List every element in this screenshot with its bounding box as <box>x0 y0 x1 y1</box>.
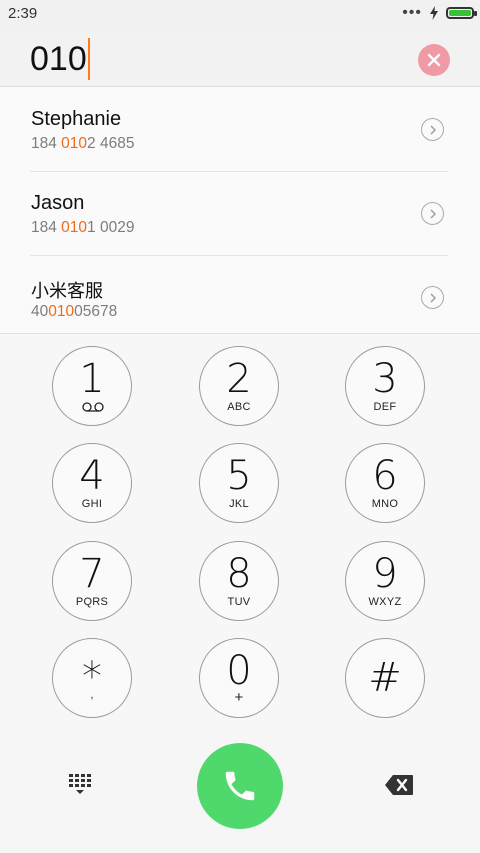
key-letters: ABC <box>227 401 251 413</box>
dial-number-input[interactable]: 010 <box>30 38 90 80</box>
battery-icon <box>446 7 477 19</box>
key-7[interactable]: 7 PQRS <box>52 541 132 621</box>
key-hash[interactable]: # <box>345 638 425 718</box>
key-letters: MNO <box>371 498 399 510</box>
key-4[interactable]: 4 GHI <box>52 443 132 523</box>
key-letters: TUV <box>227 596 251 608</box>
key-digit: 3 <box>372 356 398 402</box>
key-digit: 5 <box>226 453 252 499</box>
clear-input-button[interactable] <box>418 44 450 76</box>
dial-input-bar: 010 <box>0 28 480 87</box>
contact-name: Stephanie <box>31 108 122 130</box>
contact-details-button[interactable] <box>421 286 444 309</box>
dial-number-text: 010 <box>30 39 87 78</box>
key-letters: + <box>234 689 244 706</box>
chevron-right-icon <box>430 293 436 302</box>
contact-details-button[interactable] <box>421 118 444 141</box>
contact-name: 小米客服 <box>31 281 103 302</box>
key-digit: 8 <box>226 551 252 597</box>
contact-row[interactable]: 小米客服 4001005678 <box>0 255 480 339</box>
close-icon <box>427 53 441 67</box>
contact-number: 184 0101 0029 <box>31 219 135 236</box>
number-match-highlight: 010 <box>61 135 88 152</box>
key-letters: GHI <box>81 498 103 510</box>
call-button[interactable] <box>197 743 283 829</box>
contact-number: 184 0102 4685 <box>31 135 135 152</box>
key-6[interactable]: 6 MNO <box>345 443 425 523</box>
number-match-highlight: 010 <box>48 303 75 320</box>
key-digit: 6 <box>372 453 398 499</box>
number-match-highlight: 010 <box>61 219 88 236</box>
key-letters: JKL <box>229 498 249 510</box>
key-5[interactable]: 5 JKL <box>199 443 279 523</box>
voicemail-icon <box>82 402 104 412</box>
chevron-right-icon <box>430 125 436 134</box>
key-digit: 7 <box>79 551 105 597</box>
key-letters: WXYZ <box>368 596 402 608</box>
key-2[interactable]: 2 ABC <box>199 346 279 426</box>
contact-details-button[interactable] <box>421 202 444 225</box>
status-time: 2:39 <box>8 5 38 22</box>
key-digit: 9 <box>372 551 398 597</box>
contact-number: 4001005678 <box>31 303 118 320</box>
status-icons: ••• <box>402 4 477 21</box>
charging-icon <box>430 6 438 20</box>
key-digit: 1 <box>79 356 105 402</box>
key-letters: , <box>90 689 94 701</box>
bottom-action-bar <box>0 730 480 853</box>
key-1[interactable]: 1 <box>52 346 132 426</box>
text-caret <box>87 38 90 80</box>
key-8[interactable]: 8 TUV <box>199 541 279 621</box>
more-indicator: ••• <box>402 4 422 21</box>
key-digit: 2 <box>226 356 252 402</box>
key-digit: 4 <box>79 453 105 499</box>
contact-row[interactable]: Jason 184 0101 0029 <box>0 171 480 255</box>
contact-name: Jason <box>31 192 85 214</box>
key-digit: 0 <box>226 648 252 694</box>
keypad-toggle-icon[interactable] <box>68 773 92 795</box>
key-star[interactable]: * , <box>52 638 132 718</box>
key-letters: DEF <box>373 401 397 413</box>
contact-suggestions-list: Stephanie 184 0102 4685 Jason 184 0101 0… <box>0 87 480 334</box>
key-9[interactable]: 9 WXYZ <box>345 541 425 621</box>
chevron-right-icon <box>430 209 436 218</box>
phone-icon <box>225 771 255 801</box>
status-bar: 2:39 ••• <box>0 0 480 28</box>
key-3[interactable]: 3 DEF <box>345 346 425 426</box>
backspace-icon[interactable] <box>384 774 414 796</box>
key-letters: PQRS <box>75 596 109 608</box>
key-0[interactable]: 0 + <box>199 638 279 718</box>
key-digit: # <box>368 655 402 701</box>
contact-row[interactable]: Stephanie 184 0102 4685 <box>0 87 480 171</box>
dial-keypad: 1 2 ABC 3 DEF 4 GHI 5 JKL 6 MNO 7 PQRS 8… <box>0 333 480 730</box>
